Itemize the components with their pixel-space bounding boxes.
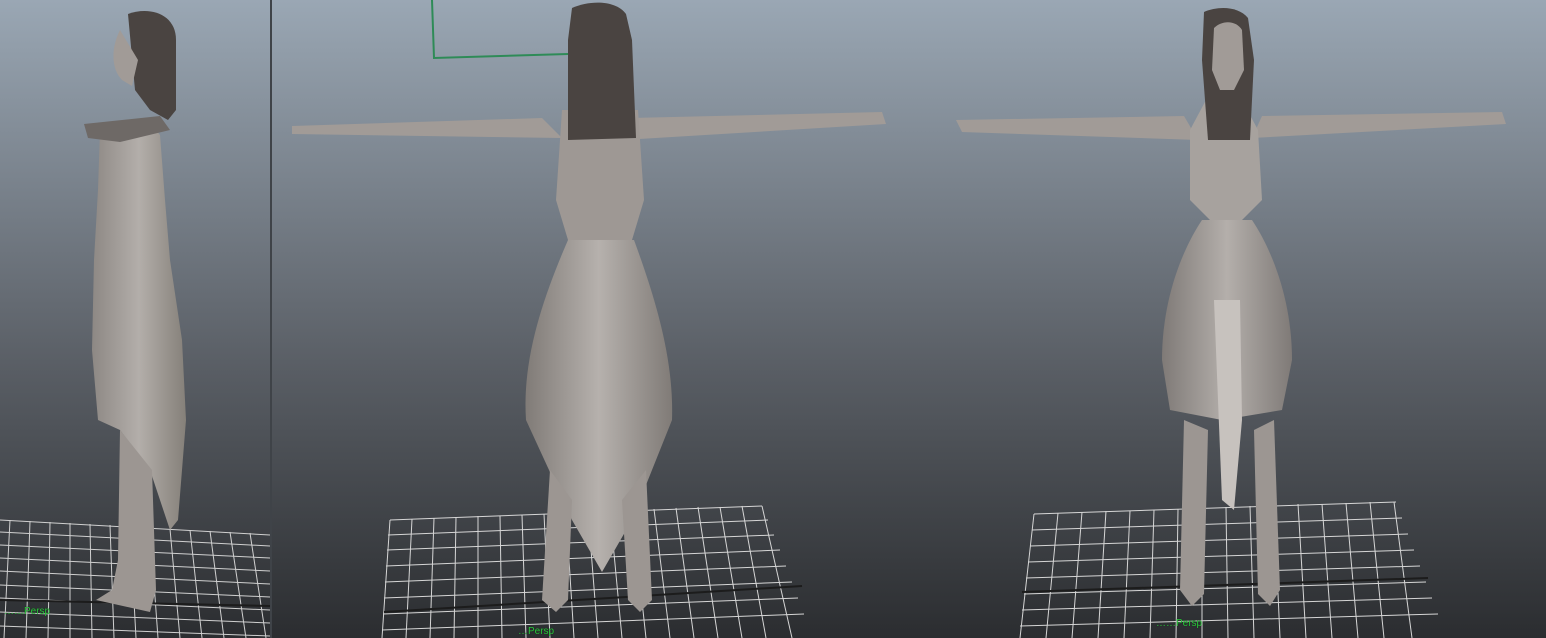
camera-label: ……Persp (1156, 618, 1203, 629)
viewport-side[interactable]: ……Persp (0, 0, 270, 638)
viewport-back-canvas[interactable] (272, 0, 922, 638)
viewport-front[interactable]: ……Persp (922, 0, 1546, 638)
viewport-front-canvas[interactable] (922, 0, 1546, 638)
camera-label: ……Persp (4, 606, 51, 617)
viewport-side-canvas[interactable] (0, 0, 270, 638)
viewport-back[interactable]: …Persp (272, 0, 922, 638)
camera-label: …Persp (518, 626, 555, 637)
